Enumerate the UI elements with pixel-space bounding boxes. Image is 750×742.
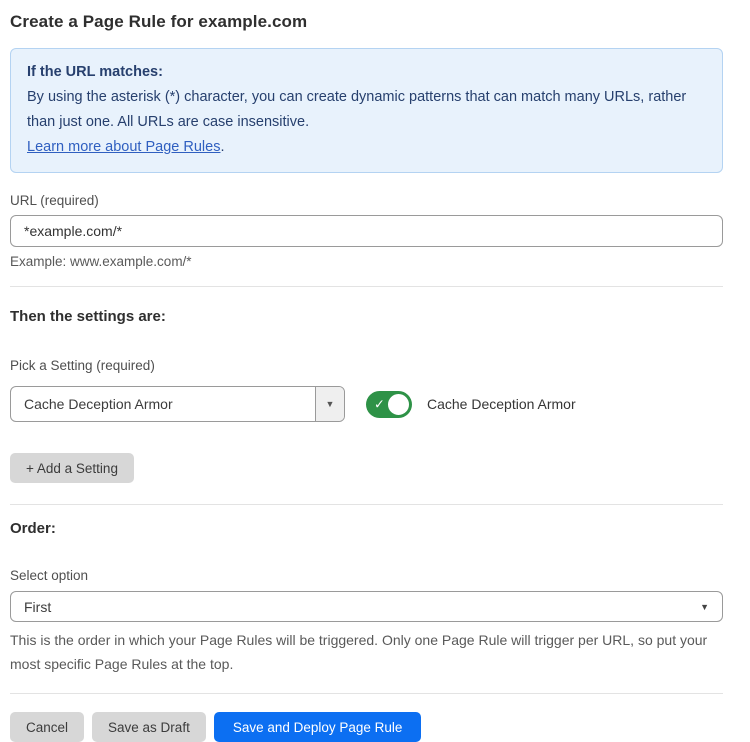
setting-toggle-label: Cache Deception Armor bbox=[427, 396, 576, 412]
page-rule-form: Create a Page Rule for example.com If th… bbox=[0, 0, 750, 742]
divider bbox=[10, 286, 723, 287]
cancel-button[interactable]: Cancel bbox=[10, 712, 84, 742]
pick-setting-label: Pick a Setting (required) bbox=[10, 358, 723, 373]
chevron-down-icon[interactable]: ▼ bbox=[315, 387, 344, 421]
url-field-label: URL (required) bbox=[10, 193, 723, 208]
setting-select-value: Cache Deception Armor bbox=[11, 387, 315, 421]
save-and-deploy-button[interactable]: Save and Deploy Page Rule bbox=[214, 712, 422, 742]
settings-section-heading: Then the settings are: bbox=[10, 308, 723, 325]
url-example-helper: Example: www.example.com/* bbox=[10, 254, 723, 269]
divider bbox=[10, 693, 723, 694]
link-suffix: . bbox=[220, 139, 224, 155]
order-section-heading: Order: bbox=[10, 520, 723, 537]
chevron-down-icon: ▼ bbox=[700, 602, 709, 612]
page-title: Create a Page Rule for example.com bbox=[10, 12, 723, 32]
add-setting-button[interactable]: + Add a Setting bbox=[10, 453, 134, 483]
order-select-label: Select option bbox=[10, 568, 723, 583]
info-box-heading: If the URL matches: bbox=[27, 60, 706, 85]
learn-more-link[interactable]: Learn more about Page Rules bbox=[27, 139, 220, 155]
check-icon: ✓ bbox=[374, 398, 385, 411]
form-actions: Cancel Save as Draft Save and Deploy Pag… bbox=[10, 712, 723, 742]
order-select[interactable]: First ▼ bbox=[10, 591, 723, 622]
setting-select[interactable]: Cache Deception Armor ▼ bbox=[10, 386, 345, 422]
info-box-body: By using the asterisk (*) character, you… bbox=[27, 85, 706, 160]
order-helper-text: This is the order in which your Page Rul… bbox=[10, 628, 723, 676]
save-as-draft-button[interactable]: Save as Draft bbox=[92, 712, 206, 742]
toggle-knob bbox=[386, 392, 411, 417]
setting-row: Cache Deception Armor ▼ ✓ Cache Deceptio… bbox=[10, 386, 723, 422]
order-select-value: First bbox=[24, 599, 51, 615]
setting-toggle[interactable]: ✓ bbox=[366, 391, 412, 418]
divider bbox=[10, 504, 723, 505]
url-input[interactable] bbox=[10, 215, 723, 247]
url-match-info-box: If the URL matches: By using the asteris… bbox=[10, 48, 723, 173]
